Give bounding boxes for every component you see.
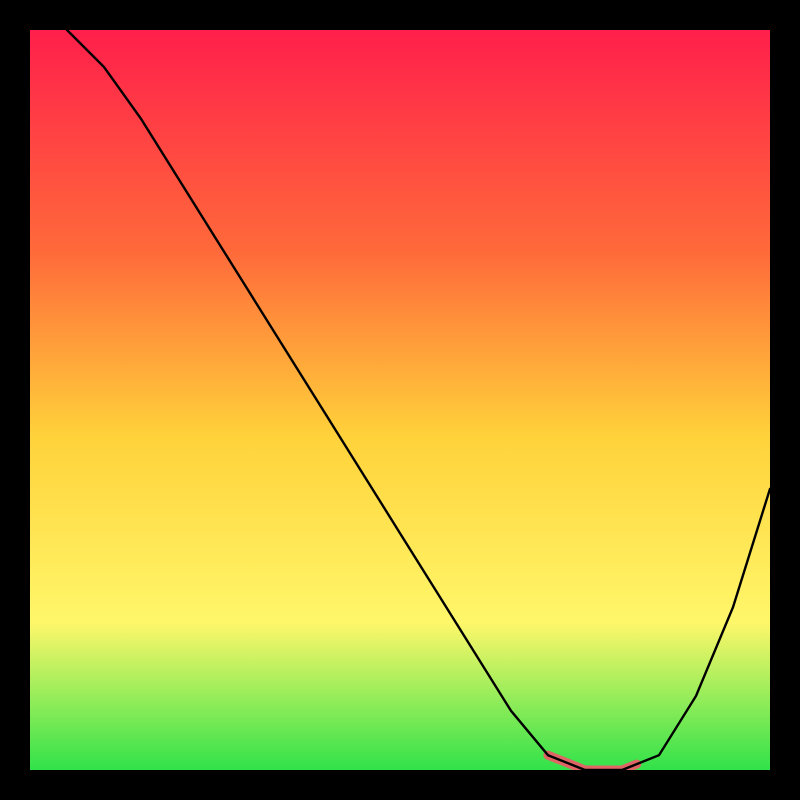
frame-top bbox=[0, 0, 800, 30]
gradient-background bbox=[30, 30, 770, 770]
frame-right bbox=[770, 0, 800, 800]
frame-bottom bbox=[0, 770, 800, 800]
chart-frame: { "watermark": "TheBottleneck.com", "col… bbox=[0, 0, 800, 800]
bottleneck-chart bbox=[0, 0, 800, 800]
frame-left bbox=[0, 0, 30, 800]
